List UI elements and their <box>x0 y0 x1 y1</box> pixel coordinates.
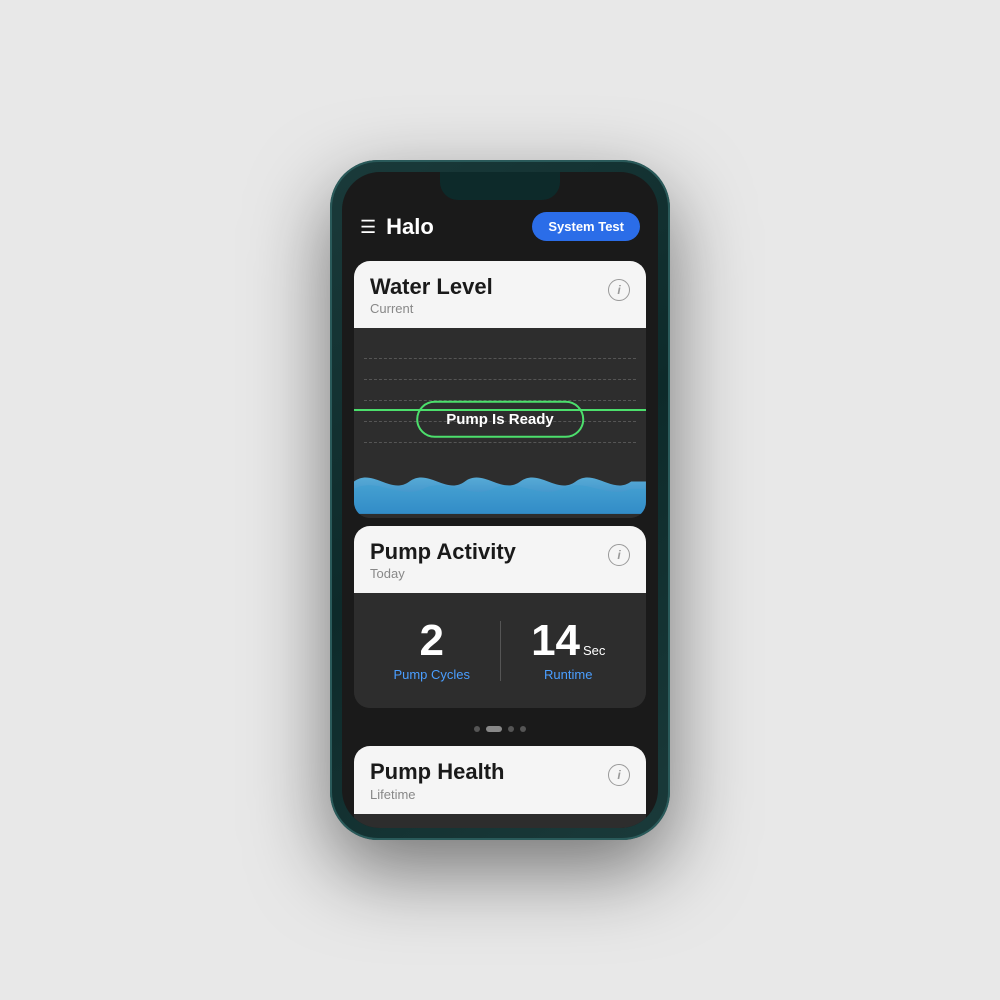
pagination-dot-3[interactable] <box>508 726 514 732</box>
pump-health-body: Excellent 300 Total Cycles 35 Min <box>354 814 646 828</box>
water-level-subtitle: Current <box>370 301 493 316</box>
phone-notch <box>440 172 560 200</box>
pagination-dot-1[interactable] <box>474 726 480 732</box>
water-level-card-header: Water Level Current i <box>354 261 646 328</box>
dashed-line-5 <box>364 442 636 443</box>
pump-activity-title: Pump Activity <box>370 540 516 564</box>
pump-health-title-group: Pump Health Lifetime <box>370 760 504 801</box>
pump-health-subtitle: Lifetime <box>370 787 504 802</box>
pump-cycles-value: 2 <box>420 619 444 663</box>
pump-health-info-icon[interactable]: i <box>608 764 630 786</box>
pump-ready-button[interactable]: Pump Is Ready <box>416 401 584 438</box>
pump-activity-card-header: Pump Activity Today i <box>354 526 646 593</box>
pagination-dots <box>342 716 658 738</box>
pump-health-title: Pump Health <box>370 760 504 784</box>
system-test-button[interactable]: System Test <box>532 212 640 241</box>
pump-cycles-label: Pump Cycles <box>393 667 470 682</box>
runtime-unit: Sec <box>583 643 605 658</box>
water-level-info-icon[interactable]: i <box>608 279 630 301</box>
header-left: ☰ Halo <box>360 214 434 240</box>
water-level-title-group: Water Level Current <box>370 275 493 316</box>
pump-activity-info-icon[interactable]: i <box>608 544 630 566</box>
phone-frame: ☰ Halo System Test Water Level Current i <box>330 160 670 840</box>
menu-icon[interactable]: ☰ <box>360 218 376 236</box>
pump-health-card: Pump Health Lifetime i <box>354 746 646 828</box>
water-wave <box>354 463 646 518</box>
pump-activity-card: Pump Activity Today i 2 Pump Cycles 14 <box>354 526 646 708</box>
runtime-value: 14 <box>531 619 580 663</box>
runtime-stat: 14 Sec Runtime <box>501 611 637 690</box>
pump-activity-subtitle: Today <box>370 566 516 581</box>
pump-activity-body: 2 Pump Cycles 14 Sec Runtime <box>354 593 646 708</box>
app-title: Halo <box>386 214 434 240</box>
pump-activity-title-group: Pump Activity Today <box>370 540 516 581</box>
phone-screen: ☰ Halo System Test Water Level Current i <box>342 172 658 828</box>
water-level-body: Pump Is Ready <box>354 328 646 518</box>
runtime-value-group: 14 Sec <box>531 619 605 663</box>
pagination-dot-4[interactable] <box>520 726 526 732</box>
water-level-title: Water Level <box>370 275 493 299</box>
screen-content[interactable]: ☰ Halo System Test Water Level Current i <box>342 172 658 828</box>
pagination-dot-2[interactable] <box>486 726 502 732</box>
runtime-label: Runtime <box>544 667 592 682</box>
pump-cycles-stat: 2 Pump Cycles <box>364 611 500 690</box>
water-level-card: Water Level Current i <box>354 261 646 518</box>
pump-health-card-header: Pump Health Lifetime i <box>354 746 646 813</box>
